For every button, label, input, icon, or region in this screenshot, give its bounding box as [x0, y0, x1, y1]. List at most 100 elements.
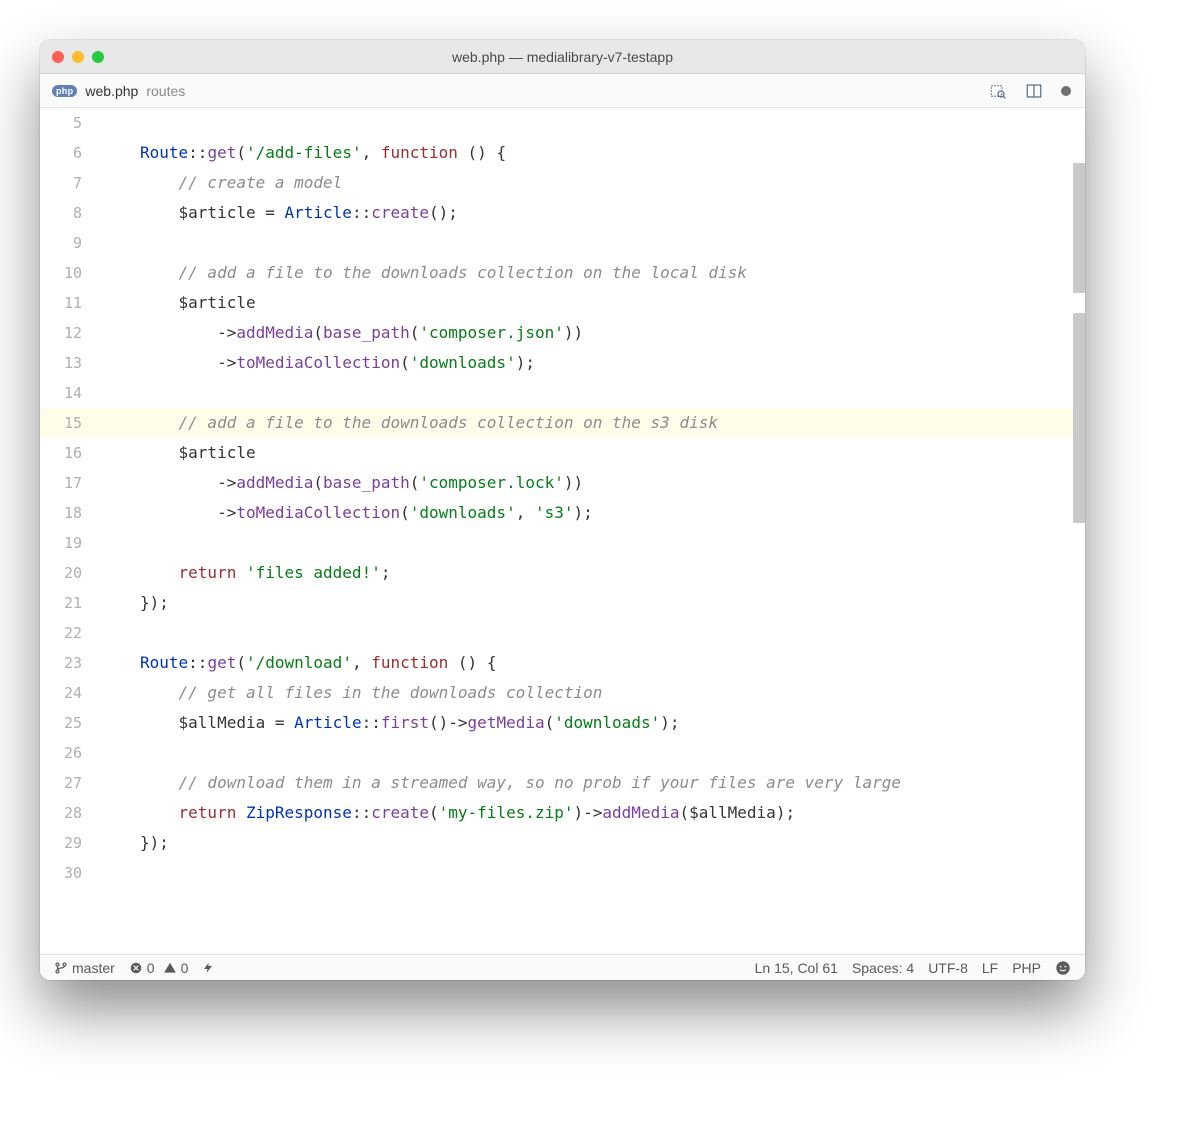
line-number[interactable]: 15: [40, 408, 100, 438]
code-line[interactable]: 8 $article = Article::create();: [40, 198, 1085, 228]
encoding[interactable]: UTF-8: [928, 960, 968, 976]
code-line[interactable]: 5: [40, 108, 1085, 138]
code-content[interactable]: return ZipResponse::create('my-files.zip…: [140, 798, 795, 828]
code-line[interactable]: 22: [40, 618, 1085, 648]
file-tab[interactable]: php web.php routes: [52, 83, 185, 99]
scrollbar-track[interactable]: [1071, 108, 1085, 954]
line-number[interactable]: 26: [40, 738, 100, 768]
line-number[interactable]: 27: [40, 768, 100, 798]
line-number[interactable]: 23: [40, 648, 100, 678]
code-line[interactable]: 12 ->addMedia(base_path('composer.json')…: [40, 318, 1085, 348]
code-line[interactable]: 11 $article: [40, 288, 1085, 318]
error-count: 0: [147, 960, 155, 976]
code-content[interactable]: });: [140, 588, 169, 618]
line-number[interactable]: 19: [40, 528, 100, 558]
close-button[interactable]: [52, 51, 64, 63]
line-number[interactable]: 5: [40, 108, 100, 138]
line-number[interactable]: 20: [40, 558, 100, 588]
line-number[interactable]: 17: [40, 468, 100, 498]
code-content[interactable]: return 'files added!';: [140, 558, 390, 588]
line-number[interactable]: 8: [40, 198, 100, 228]
warning-count: 0: [181, 960, 189, 976]
line-number[interactable]: 6: [40, 138, 100, 168]
code-line[interactable]: 23 Route::get('/download', function () {: [40, 648, 1085, 678]
line-number[interactable]: 25: [40, 708, 100, 738]
search-in-file-icon[interactable]: [989, 82, 1007, 100]
code-line[interactable]: 13 ->toMediaCollection('downloads');: [40, 348, 1085, 378]
code-line[interactable]: 14: [40, 378, 1085, 408]
code-line[interactable]: 17 ->addMedia(base_path('composer.lock')…: [40, 468, 1085, 498]
code-line[interactable]: 25 $allMedia = Article::first()->getMedi…: [40, 708, 1085, 738]
line-number[interactable]: 11: [40, 288, 100, 318]
code-line[interactable]: 9: [40, 228, 1085, 258]
line-number[interactable]: 14: [40, 378, 100, 408]
code-line[interactable]: 6 Route::get('/add-files', function () {: [40, 138, 1085, 168]
code-content[interactable]: [140, 378, 150, 408]
code-line[interactable]: 18 ->toMediaCollection('downloads', 's3'…: [40, 498, 1085, 528]
code-line[interactable]: 26: [40, 738, 1085, 768]
code-line[interactable]: 28 return ZipResponse::create('my-files.…: [40, 798, 1085, 828]
code-content[interactable]: [140, 108, 150, 138]
code-content[interactable]: [140, 228, 150, 258]
line-number[interactable]: 28: [40, 798, 100, 828]
line-number[interactable]: 9: [40, 228, 100, 258]
code-line[interactable]: 7 // create a model: [40, 168, 1085, 198]
code-content[interactable]: ->addMedia(base_path('composer.json')): [140, 318, 583, 348]
code-content[interactable]: [140, 618, 150, 648]
code-line[interactable]: 27 // download them in a streamed way, s…: [40, 768, 1085, 798]
code-line[interactable]: 24 // get all files in the downloads col…: [40, 678, 1085, 708]
code-content[interactable]: $article: [140, 438, 256, 468]
unsaved-dot-icon[interactable]: [1061, 86, 1071, 96]
tabbar-actions: [989, 82, 1071, 100]
line-number[interactable]: 24: [40, 678, 100, 708]
code-line[interactable]: 10 // add a file to the downloads collec…: [40, 258, 1085, 288]
code-line[interactable]: 30: [40, 858, 1085, 888]
code-line[interactable]: 16 $article: [40, 438, 1085, 468]
code-content[interactable]: ->addMedia(base_path('composer.lock')): [140, 468, 583, 498]
feedback-icon[interactable]: [1055, 960, 1071, 976]
code-content[interactable]: $article = Article::create();: [140, 198, 458, 228]
code-content[interactable]: // get all files in the downloads collec…: [140, 678, 602, 708]
split-editor-icon[interactable]: [1025, 82, 1043, 100]
line-number[interactable]: 7: [40, 168, 100, 198]
code-content[interactable]: // add a file to the downloads collectio…: [140, 408, 718, 438]
code-content[interactable]: ->toMediaCollection('downloads', 's3');: [140, 498, 593, 528]
code-content[interactable]: // add a file to the downloads collectio…: [140, 258, 747, 288]
minimize-button[interactable]: [72, 51, 84, 63]
code-line[interactable]: 20 return 'files added!';: [40, 558, 1085, 588]
cursor-position[interactable]: Ln 15, Col 61: [755, 960, 838, 976]
code-content[interactable]: $allMedia = Article::first()->getMedia('…: [140, 708, 679, 738]
language-mode[interactable]: PHP: [1012, 960, 1041, 976]
code-content[interactable]: });: [140, 828, 169, 858]
line-number[interactable]: 10: [40, 258, 100, 288]
code-content[interactable]: Route::get('/add-files', function () {: [140, 138, 506, 168]
indentation[interactable]: Spaces: 4: [852, 960, 914, 976]
code-line[interactable]: 15 // add a file to the downloads collec…: [40, 408, 1085, 438]
bolt-icon[interactable]: [202, 961, 214, 975]
code-content[interactable]: // create a model: [140, 168, 342, 198]
code-content[interactable]: [140, 858, 150, 888]
line-number[interactable]: 29: [40, 828, 100, 858]
git-branch[interactable]: master: [54, 960, 115, 976]
maximize-button[interactable]: [92, 51, 104, 63]
line-number[interactable]: 12: [40, 318, 100, 348]
line-number[interactable]: 21: [40, 588, 100, 618]
line-endings[interactable]: LF: [982, 960, 998, 976]
code-editor[interactable]: 5 6 Route::get('/add-files', function () …: [40, 108, 1085, 954]
code-content[interactable]: [140, 738, 150, 768]
code-line[interactable]: 19: [40, 528, 1085, 558]
problems[interactable]: 0 0: [129, 960, 189, 976]
code-content[interactable]: [140, 528, 150, 558]
line-number[interactable]: 22: [40, 618, 100, 648]
code-content[interactable]: $article: [140, 288, 256, 318]
line-number[interactable]: 16: [40, 438, 100, 468]
code-line[interactable]: 21});: [40, 588, 1085, 618]
code-line[interactable]: 29});: [40, 828, 1085, 858]
code-content[interactable]: Route::get('/download', function () {: [140, 648, 496, 678]
line-number[interactable]: 30: [40, 858, 100, 888]
code-content[interactable]: ->toMediaCollection('downloads');: [140, 348, 535, 378]
line-number[interactable]: 18: [40, 498, 100, 528]
line-number[interactable]: 13: [40, 348, 100, 378]
php-file-icon: php: [52, 85, 77, 97]
code-content[interactable]: // download them in a streamed way, so n…: [140, 768, 901, 798]
